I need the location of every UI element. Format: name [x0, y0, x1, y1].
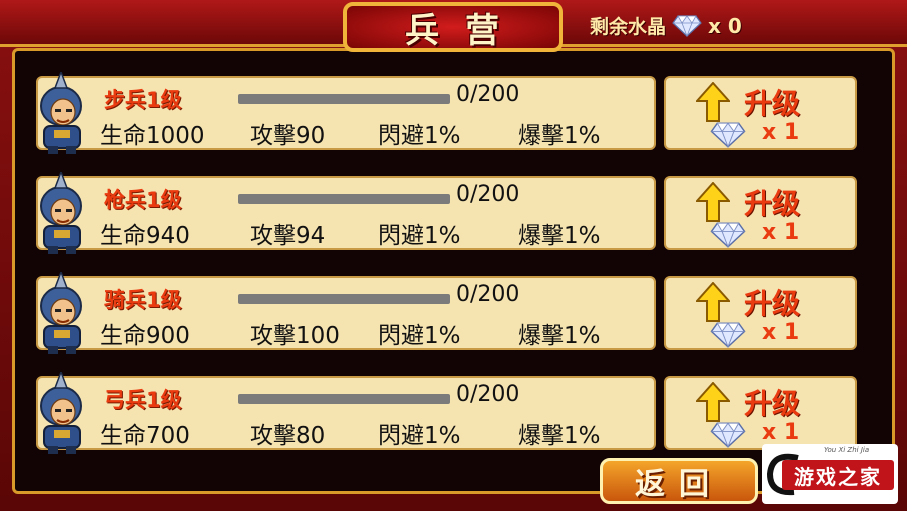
crystal-counter: 剩余水晶 x 0 [590, 12, 742, 39]
unit-name: 枪兵1级 [104, 188, 182, 212]
upgrade-button[interactable]: 升级 x 1 [664, 76, 857, 150]
crit-stat: 爆擊1% [518, 123, 601, 149]
upgrade-label: 升级 [744, 287, 801, 320]
dodge-stat: 閃避1% [378, 323, 461, 349]
upgrade-label: 升级 [744, 87, 801, 120]
diamond-icon [710, 122, 746, 148]
page-title: 兵营 [405, 10, 525, 51]
diamond-icon [710, 422, 746, 448]
back-button[interactable]: 返回 [600, 458, 758, 504]
unit-row: 弓兵1级 0/200 生命700 攻擊80 閃避1% 爆擊1% [36, 372, 656, 454]
unit-name: 弓兵1级 [104, 388, 182, 412]
crit-stat: 爆擊1% [518, 323, 601, 349]
title-plate: 兵营 [343, 2, 563, 52]
experience-text: 0/200 [456, 182, 520, 207]
soldier-portrait-icon [26, 372, 96, 456]
experience-text: 0/200 [456, 282, 520, 307]
diamond-icon [710, 222, 746, 248]
up-arrow-icon [696, 282, 730, 322]
attack-stat: 攻擊80 [250, 423, 326, 449]
unit-row: 枪兵1级 0/200 生命940 攻擊94 閃避1% 爆擊1% [36, 172, 656, 254]
crystal-label: 剩余水晶 [590, 16, 667, 38]
crit-stat: 爆擊1% [518, 423, 601, 449]
soldier-portrait-icon [26, 72, 96, 156]
attack-stat: 攻擊94 [250, 223, 326, 249]
unit-row: 骑兵1级 0/200 生命900 攻擊100 閃避1% 爆擊1% [36, 272, 656, 354]
hp-stat: 生命1000 [100, 123, 205, 149]
unit-name: 骑兵1级 [104, 288, 182, 312]
soldier-portrait-icon [26, 172, 96, 256]
up-arrow-icon [696, 182, 730, 222]
hp-stat: 生命940 [100, 223, 190, 249]
experience-bar [238, 194, 450, 204]
attack-stat: 攻擊90 [250, 123, 326, 149]
attack-stat: 攻擊100 [250, 323, 340, 349]
unit-row: 步兵1级 0/200 生命1000 攻擊90 閃避1% 爆擊1% [36, 72, 656, 154]
logo-text: 游戏之家 [782, 460, 894, 490]
experience-bar [238, 394, 450, 404]
upgrade-button[interactable]: 升级 x 1 [664, 176, 857, 250]
dodge-stat: 閃避1% [378, 423, 461, 449]
up-arrow-icon [696, 82, 730, 122]
hp-stat: 生命700 [100, 423, 190, 449]
logo-caption: You Xi Zhi Jia [824, 446, 870, 454]
experience-text: 0/200 [456, 82, 520, 107]
crit-stat: 爆擊1% [518, 223, 601, 249]
experience-bar [238, 294, 450, 304]
diamond-icon [672, 14, 702, 37]
experience-bar [238, 94, 450, 104]
upgrade-label: 升级 [744, 187, 801, 220]
up-arrow-icon [696, 382, 730, 422]
upgrade-button[interactable]: 升级 x 1 [664, 376, 857, 450]
upgrade-cost: x 1 [762, 220, 800, 245]
upgrade-label: 升级 [744, 387, 801, 420]
upgrade-button[interactable]: 升级 x 1 [664, 276, 857, 350]
hp-stat: 生命900 [100, 323, 190, 349]
upgrade-cost: x 1 [762, 320, 800, 345]
dodge-stat: 閃避1% [378, 123, 461, 149]
dodge-stat: 閃避1% [378, 223, 461, 249]
crystal-count: x 0 [708, 13, 742, 38]
unit-name: 步兵1级 [104, 88, 182, 112]
upgrade-cost: x 1 [762, 420, 800, 445]
upgrade-cost: x 1 [762, 120, 800, 145]
site-logo: You Xi Zhi Jia 游戏之家 [762, 444, 898, 504]
soldier-portrait-icon [26, 272, 96, 356]
diamond-icon [710, 322, 746, 348]
experience-text: 0/200 [456, 382, 520, 407]
